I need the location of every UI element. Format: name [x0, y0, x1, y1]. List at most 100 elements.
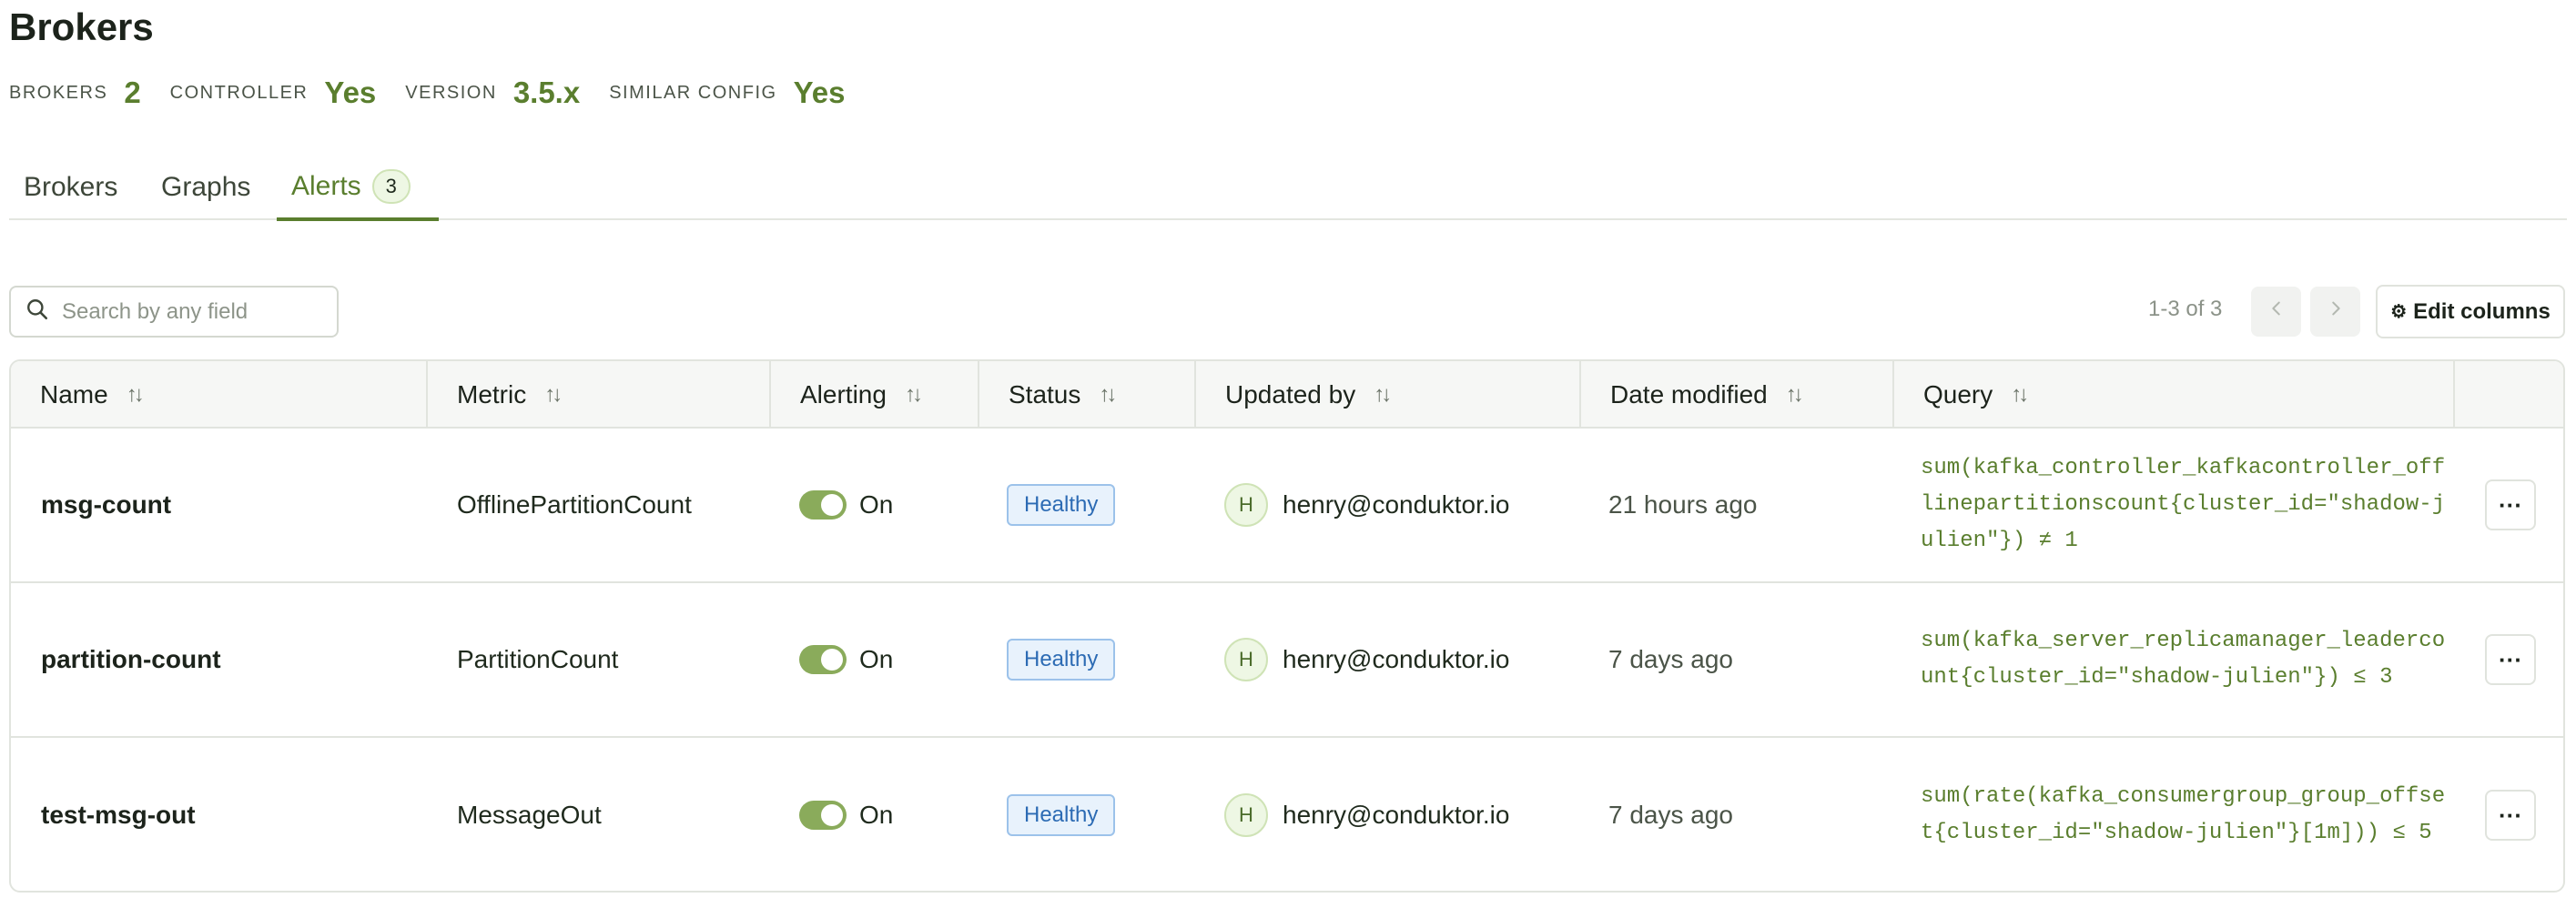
column-header-metric[interactable]: Metric ↑↓ [428, 361, 771, 429]
date-modified: 7 days ago [1608, 645, 1733, 673]
column-header-updated-by[interactable]: Updated by ↑↓ [1196, 361, 1581, 429]
avatar: H [1224, 793, 1268, 837]
row-actions-button[interactable]: ··· [2485, 790, 2536, 841]
updated-by-cell: H henry@conduktor.io [1224, 738, 1510, 891]
alert-query: sum(kafka_controller_kafkacontroller_off… [1921, 456, 2446, 553]
row-actions-cell: ··· [2485, 429, 2536, 581]
alert-query: sum(kafka_server_replicamanager_leaderco… [1921, 629, 2446, 690]
tab-brokers[interactable]: Brokers [24, 155, 117, 220]
alerting-cell: On [799, 738, 894, 891]
pagination-range: 1-3 of 3 [2148, 297, 2223, 321]
stat-label: SIMILAR CONFIG [609, 82, 777, 103]
updated-by-cell: H henry@conduktor.io [1224, 429, 1509, 581]
status-cell: Healthy [1007, 738, 1116, 891]
column-label: Updated by [1225, 380, 1356, 409]
stat-label: VERSION [405, 82, 497, 103]
table-row[interactable]: partition-count PartitionCount On Health… [11, 583, 2563, 738]
status-cell: Healthy [1007, 429, 1116, 581]
alerting-label: On [859, 645, 894, 673]
search-input[interactable] [62, 298, 326, 325]
row-actions-cell: ··· [2485, 583, 2536, 736]
column-header-date-modified[interactable]: Date modified ↑↓ [1581, 361, 1894, 429]
date-modified: 7 days ago [1608, 801, 1733, 829]
stat-value: Yes [793, 76, 846, 109]
column-header-status[interactable]: Status ↑↓ [979, 361, 1196, 429]
stat-similar-config: SIMILAR CONFIG Yes [609, 76, 845, 110]
table-row[interactable]: test-msg-out MessageOut On Healthy H hen… [11, 738, 2563, 891]
stat-label: CONTROLLER [169, 82, 309, 103]
tab-bar: Brokers Graphs Alerts 3 [9, 155, 2567, 221]
alerting-toggle[interactable] [799, 801, 847, 830]
status-badge: Healthy [1007, 484, 1116, 526]
gear-icon: ⚙ [2390, 302, 2408, 322]
alerting-cell: On [799, 583, 893, 736]
next-page-button[interactable] [2310, 287, 2360, 337]
stat-label: BROKERS [9, 82, 108, 103]
row-actions-cell: ··· [2485, 738, 2536, 891]
column-label: Query [1923, 380, 1993, 409]
more-horizontal-icon: ··· [2499, 801, 2522, 829]
alerting-label: On [859, 801, 894, 829]
table-row[interactable]: msg-count OfflinePartitionCount On Healt… [11, 429, 2563, 583]
edit-columns-label: Edit columns [2413, 298, 2551, 324]
alert-name: partition-count [41, 645, 221, 673]
page-title: Brokers [9, 5, 154, 48]
stat-value: 3.5.x [512, 76, 581, 109]
chevron-left-icon [2267, 298, 2287, 325]
status-cell: Healthy [1007, 583, 1116, 736]
tab-graphs[interactable]: Graphs [161, 155, 250, 220]
updated-by-email: henry@conduktor.io [1283, 490, 1510, 519]
alert-query: sum(rate(kafka_consumergroup_group_offse… [1921, 784, 2446, 845]
avatar: H [1224, 638, 1268, 681]
row-actions-button[interactable]: ··· [2485, 634, 2536, 685]
date-modified: 21 hours ago [1608, 490, 1758, 519]
column-header-alerting[interactable]: Alerting ↑↓ [771, 361, 979, 429]
search-box[interactable] [9, 286, 339, 338]
sort-icon: ↑↓ [904, 382, 923, 407]
status-badge: Healthy [1007, 639, 1116, 681]
updated-by-email: henry@conduktor.io [1283, 801, 1510, 829]
alerting-toggle[interactable] [799, 490, 847, 520]
sort-icon: ↑↓ [1374, 382, 1392, 407]
sort-icon: ↑↓ [1099, 382, 1117, 407]
stat-version: VERSION 3.5.x [405, 76, 580, 110]
alert-name: test-msg-out [41, 801, 196, 829]
search-icon [25, 298, 62, 326]
table-header: Name ↑↓ Metric ↑↓ Alerting ↑↓ Status ↑↓ … [11, 361, 2563, 429]
alerting-label: On [859, 490, 894, 519]
cluster-stats: BROKERS 2 CONTROLLER Yes VERSION 3.5.x S… [9, 71, 874, 115]
alert-name: msg-count [41, 490, 172, 519]
tab-alerts-label: Alerts [291, 170, 361, 201]
more-horizontal-icon: ··· [2499, 490, 2522, 519]
alerting-toggle[interactable] [799, 645, 847, 674]
sort-icon: ↑↓ [1785, 382, 1804, 407]
sort-icon: ↑↓ [2011, 382, 2029, 407]
edit-columns-button[interactable]: ⚙ Edit columns [2376, 285, 2565, 338]
updated-by-email: henry@conduktor.io [1283, 645, 1510, 673]
stat-value: 2 [124, 76, 141, 109]
row-actions-button[interactable]: ··· [2485, 479, 2536, 530]
column-header-name[interactable]: Name ↑↓ [11, 361, 428, 429]
column-header-query[interactable]: Query ↑↓ [1894, 361, 2455, 429]
alert-metric: OfflinePartitionCount [457, 490, 692, 519]
chevron-right-icon [2326, 298, 2346, 325]
more-horizontal-icon: ··· [2499, 645, 2522, 673]
column-label: Alerting [800, 380, 887, 409]
status-badge: Healthy [1007, 794, 1116, 836]
previous-page-button[interactable] [2251, 287, 2301, 337]
column-label: Status [1009, 380, 1081, 409]
column-label: Name [40, 380, 108, 409]
alerts-count-badge: 3 [371, 168, 411, 204]
stat-value: Yes [324, 76, 377, 109]
tab-alerts[interactable]: Alerts 3 [277, 155, 439, 221]
alert-metric: PartitionCount [457, 645, 619, 673]
alerting-cell: On [799, 429, 893, 581]
column-label: Date modified [1610, 380, 1768, 409]
stat-controller: CONTROLLER Yes [170, 76, 377, 110]
alert-metric: MessageOut [457, 801, 602, 829]
sort-icon: ↑↓ [126, 382, 145, 407]
column-label: Metric [457, 380, 527, 409]
stat-brokers: BROKERS 2 [9, 76, 141, 110]
avatar: H [1224, 483, 1268, 527]
alerts-table: Name ↑↓ Metric ↑↓ Alerting ↑↓ Status ↑↓ … [9, 359, 2565, 893]
